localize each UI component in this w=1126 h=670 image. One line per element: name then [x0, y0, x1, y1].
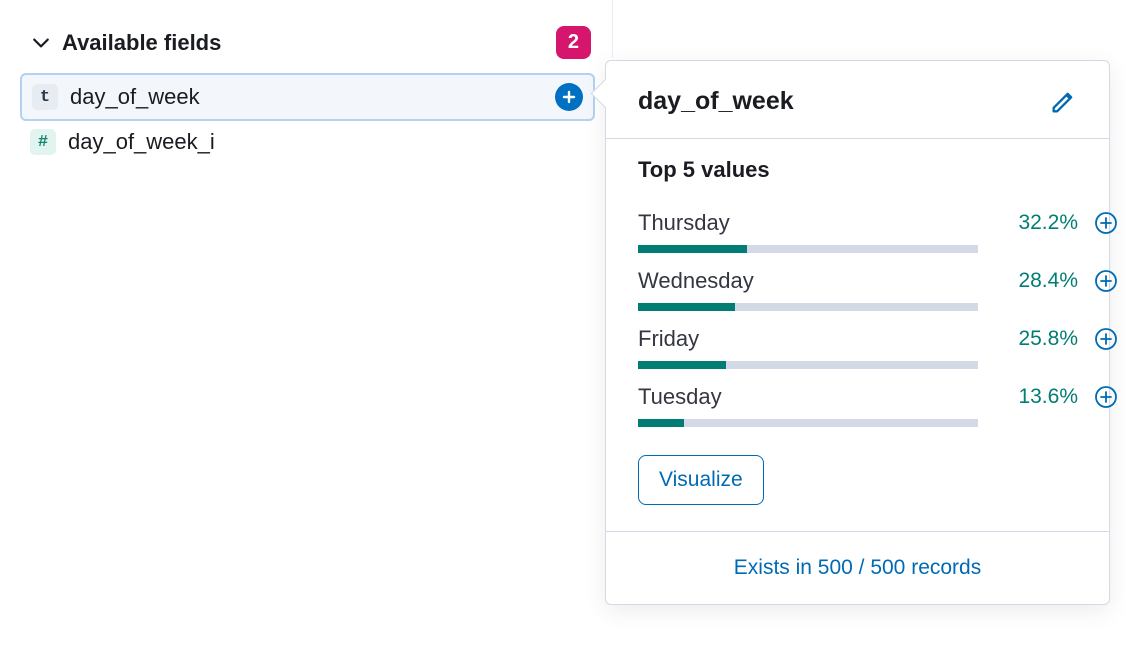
value-bar	[638, 245, 978, 253]
plus-circle-icon	[1094, 327, 1118, 351]
plus-circle-icon	[1094, 385, 1118, 409]
records-exist-link[interactable]: Exists in 500 / 500 records	[606, 531, 1109, 604]
value-percent: 25.8%	[992, 327, 1078, 351]
value-bar	[638, 303, 978, 311]
number-type-icon: #	[30, 129, 56, 155]
filter-for-value-button[interactable]	[1092, 383, 1120, 411]
top-value-row: Tuesday 13.6%	[638, 369, 1077, 427]
value-percent: 28.4%	[992, 269, 1078, 293]
plus-icon	[561, 89, 577, 105]
text-type-icon: t	[32, 84, 58, 110]
value-percent: 13.6%	[992, 385, 1078, 409]
top-values-heading: Top 5 values	[638, 157, 1077, 183]
plus-circle-icon	[1094, 211, 1118, 235]
available-fields-header[interactable]: Available fields 2	[20, 20, 595, 73]
field-details-popover: day_of_week Top 5 values Thursday 32.2% We…	[605, 60, 1110, 605]
add-field-button[interactable]	[555, 83, 583, 111]
top-value-row: Thursday 32.2%	[638, 195, 1077, 253]
pencil-icon	[1049, 88, 1077, 116]
fields-sidebar: Available fields 2 t day_of_week # day_of_w…	[20, 20, 595, 163]
edit-field-button[interactable]	[1049, 88, 1077, 116]
value-name: Thursday	[638, 210, 978, 236]
plus-circle-icon	[1094, 269, 1118, 293]
filter-for-value-button[interactable]	[1092, 267, 1120, 295]
filter-for-value-button[interactable]	[1092, 325, 1120, 353]
value-percent: 32.2%	[992, 211, 1078, 235]
value-bar	[638, 419, 978, 427]
value-bar	[638, 361, 978, 369]
top-value-row: Friday 25.8%	[638, 311, 1077, 369]
top-value-row: Wednesday 28.4%	[638, 253, 1077, 311]
filter-for-value-button[interactable]	[1092, 209, 1120, 237]
value-name: Friday	[638, 326, 978, 352]
available-fields-title: Available fields	[62, 30, 544, 56]
top-values-list: Thursday 32.2% Wednesday 28.4% Friday 25.8% Tu…	[638, 195, 1077, 427]
field-name-label: day_of_week_i	[68, 129, 585, 155]
field-row-day_of_week_i[interactable]: # day_of_week_i	[20, 121, 595, 163]
value-name: Tuesday	[638, 384, 978, 410]
chevron-down-icon	[32, 34, 50, 52]
visualize-button[interactable]: Visualize	[638, 455, 764, 505]
field-name-label: day_of_week	[70, 84, 543, 110]
available-fields-count-badge: 2	[556, 26, 591, 59]
value-name: Wednesday	[638, 268, 978, 294]
field-row-day_of_week[interactable]: t day_of_week	[20, 73, 595, 121]
popover-field-name: day_of_week	[638, 87, 794, 116]
